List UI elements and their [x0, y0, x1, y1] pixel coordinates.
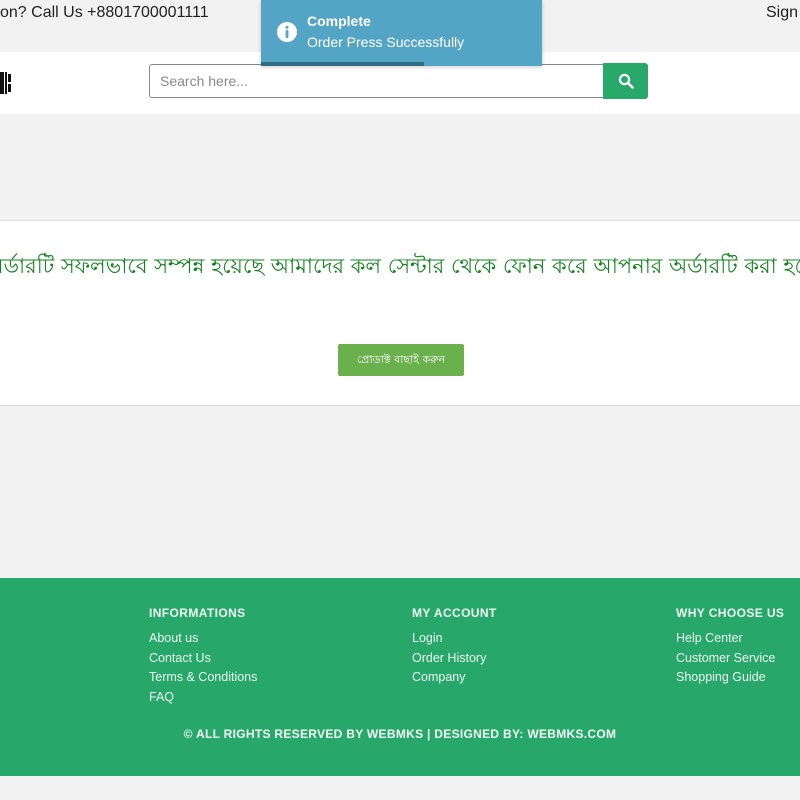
success-toast[interactable]: Complete Order Press Successfully	[261, 0, 542, 66]
footer-link-customer-service[interactable]: Customer Service	[676, 649, 784, 669]
order-success-message: অর্ডারটি সফলভাবে সম্পন্ন হয়েছে আমাদের ক…	[0, 254, 800, 278]
footer-heading-why-choose-us: WHY CHOOSE US	[676, 606, 785, 620]
footer-link-terms[interactable]: Terms & Conditions	[149, 668, 257, 688]
sign-in-link[interactable]: Sign	[766, 4, 798, 22]
call-us-text: tion? Call Us +8801700001111	[0, 4, 209, 21]
order-confirmation-card: অর্ডারটি সফলভাবে সম্পন্ন হয়েছে আমাদের ক…	[0, 220, 800, 406]
toast-message: Order Press Successfully	[307, 34, 465, 50]
footer-heading-my-account: MY ACCOUNT	[412, 606, 497, 620]
footer-column-informations: INFORMATIONS About us Contact Us Terms &…	[149, 606, 257, 707]
search-button[interactable]	[603, 63, 648, 99]
toast-progress-bar	[261, 62, 424, 66]
site-footer: INFORMATIONS About us Contact Us Terms &…	[0, 578, 800, 776]
footer-link-order-history[interactable]: Order History	[412, 649, 497, 669]
footer-link-faq[interactable]: FAQ	[149, 688, 257, 708]
footer-column-my-account: MY ACCOUNT Login Order History Company	[412, 606, 497, 688]
search-icon	[618, 73, 634, 89]
copyright-text: © ALL RIGHTS RESERVED BY WEBMKS | DESIGN…	[183, 727, 617, 741]
footer-link-about-us[interactable]: About us	[149, 629, 257, 649]
footer-heading-informations: INFORMATIONS	[149, 606, 246, 620]
footer-link-login[interactable]: Login	[412, 629, 497, 649]
toast-title: Complete	[307, 13, 371, 29]
footer-link-shopping-guide[interactable]: Shopping Guide	[676, 668, 784, 688]
footer-link-help-center[interactable]: Help Center	[676, 629, 784, 649]
footer-link-company[interactable]: Company	[412, 668, 497, 688]
logo[interactable]	[0, 72, 12, 94]
footer-link-contact-us[interactable]: Contact Us	[149, 649, 257, 669]
info-icon	[277, 22, 297, 42]
search-input[interactable]	[149, 64, 603, 98]
choose-product-button[interactable]: প্রোডাক্ট বাছাই করুন	[338, 344, 464, 376]
footer-column-why-choose-us: WHY CHOOSE US Help Center Customer Servi…	[676, 606, 784, 688]
